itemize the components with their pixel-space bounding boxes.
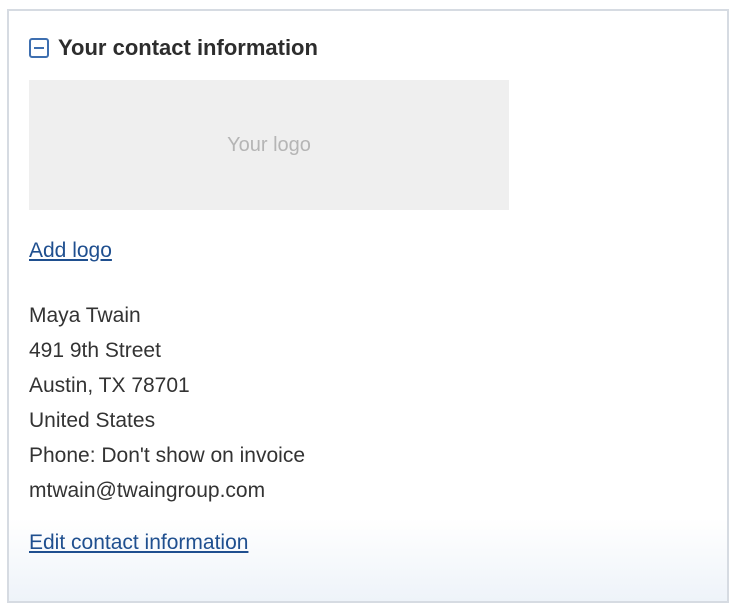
logo-placeholder-text: Your logo: [227, 133, 311, 156]
logo-placeholder: Your logo: [29, 80, 509, 210]
contact-city: Austin, TX 78701: [29, 374, 190, 397]
contact-street: 491 9th Street: [29, 339, 161, 362]
add-logo-link[interactable]: Add logo: [29, 239, 112, 263]
contact-address: Maya Twain 491 9th Street Austin, TX 787…: [29, 298, 305, 508]
contact-phone: Phone: Don't show on invoice: [29, 444, 306, 467]
contact-country: United States: [29, 409, 156, 432]
edit-contact-link[interactable]: Edit contact information: [29, 531, 248, 555]
panel-title: Your contact information: [58, 35, 318, 60]
collapse-icon[interactable]: [29, 38, 49, 58]
contact-name: Maya Twain: [29, 304, 141, 327]
contact-email: mtwain@twaingroup.com: [29, 479, 266, 502]
contact-info-panel: Your contact information Your logo Add l…: [7, 9, 729, 603]
panel-header: Your contact information: [29, 35, 318, 61]
